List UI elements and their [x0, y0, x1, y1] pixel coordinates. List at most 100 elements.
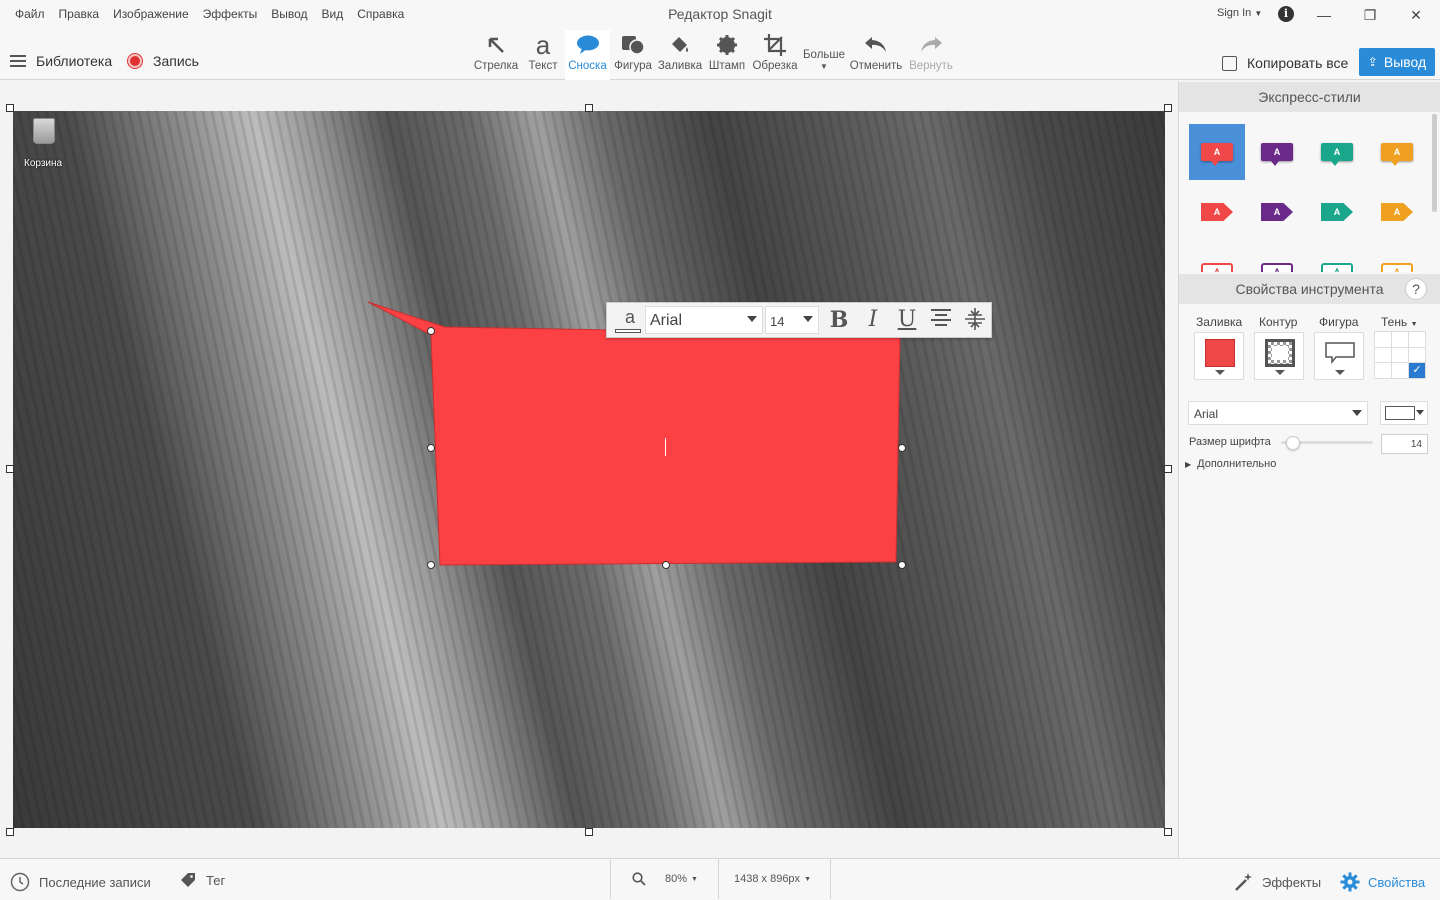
maximize-button[interactable]: ❐ — [1350, 2, 1390, 28]
callout-handle[interactable] — [427, 444, 435, 452]
quick-style-tile[interactable]: A — [1309, 184, 1365, 240]
chevron-down-icon: ▼ — [804, 875, 811, 883]
chevron-down-icon — [1335, 370, 1345, 375]
image-size-value: 1438 x 896px — [734, 873, 801, 885]
font-size-input[interactable]: 14 — [1381, 434, 1428, 454]
quick-style-tile[interactable]: A — [1189, 184, 1245, 240]
quick-style-tile[interactable]: A — [1369, 124, 1425, 180]
advanced-label: Дополнительно — [1197, 458, 1277, 470]
shadow-label-text: Тень — [1381, 315, 1408, 329]
properties-button[interactable]: Свойства — [1340, 872, 1425, 892]
zoom-value: 80% — [665, 873, 688, 885]
text-color-swatch[interactable] — [615, 329, 641, 333]
chevron-down-icon — [1416, 410, 1424, 415]
shadow-cell[interactable] — [1375, 347, 1391, 362]
zoom-select[interactable]: 80% ▼ — [665, 873, 698, 885]
font-size-select[interactable]: 14 — [765, 306, 819, 334]
callout-handle[interactable] — [427, 561, 435, 569]
chevron-down-icon — [1275, 370, 1285, 375]
effects-button[interactable]: Эффекты — [1234, 872, 1321, 892]
callout-shape[interactable] — [0, 0, 1178, 858]
font-size-value: 14 — [770, 314, 785, 329]
panel-font-value: Arial — [1194, 407, 1219, 421]
shadow-cell[interactable] — [1392, 347, 1408, 362]
sign-in-label: Sign In — [1217, 7, 1252, 19]
checkmark-icon[interactable]: ✓ — [1409, 363, 1425, 378]
callout-handle[interactable] — [898, 444, 906, 452]
tag-label: Тег — [206, 872, 226, 888]
quick-style-tile[interactable]: A — [1309, 124, 1365, 180]
zoom-icon[interactable] — [632, 872, 646, 886]
text-caret — [665, 438, 666, 456]
text-color-icon[interactable]: a — [617, 307, 643, 328]
fill-color-picker[interactable] — [1194, 332, 1244, 380]
quick-style-tile[interactable]: A — [1189, 124, 1245, 180]
align-center-button[interactable] — [927, 307, 955, 333]
chevron-down-icon — [1215, 370, 1225, 375]
callout-handle[interactable] — [898, 561, 906, 569]
minimize-button[interactable]: — — [1304, 2, 1344, 28]
callout-body — [367, 301, 901, 566]
chevron-down-icon: ▼ — [1410, 321, 1418, 328]
output-label: Вывод — [1383, 54, 1427, 70]
quick-styles-grid: A A A A A A A A A A A A — [1186, 120, 1430, 272]
shadow-cell[interactable] — [1392, 363, 1408, 378]
close-button[interactable]: ✕ — [1396, 2, 1436, 28]
callout-shape-icon — [1325, 342, 1355, 365]
divider — [610, 859, 611, 899]
vertical-align-button[interactable] — [961, 307, 989, 333]
callout-handle[interactable] — [662, 561, 670, 569]
chevron-down-icon — [1352, 410, 1362, 416]
quick-styles-scrollbar[interactable] — [1432, 114, 1437, 212]
callout-handle[interactable] — [427, 327, 435, 335]
shadow-cell[interactable] — [1409, 332, 1425, 347]
underline-button[interactable]: U — [893, 307, 921, 333]
fill-label: Заливка — [1196, 315, 1243, 329]
chevron-right-icon: ▶ — [1185, 460, 1192, 469]
shadow-cell[interactable] — [1375, 332, 1391, 347]
gear-icon — [1340, 872, 1360, 892]
copy-all-button[interactable]: Копировать все — [1222, 55, 1348, 71]
shape-label: Фигура — [1319, 315, 1359, 329]
sign-in-button[interactable]: Sign In ▼ — [1217, 7, 1262, 19]
tool-properties-header: Свойства инструмента — [1179, 274, 1440, 304]
quick-style-tile[interactable]: A — [1189, 244, 1245, 272]
advanced-toggle[interactable]: ▶ Дополнительно — [1185, 458, 1276, 470]
help-button[interactable]: ? — [1405, 278, 1427, 300]
font-size-label: Размер шрифта — [1189, 436, 1271, 448]
image-size-select[interactable]: 1438 x 896px ▼ — [734, 873, 811, 885]
output-button[interactable]: ⇪ Вывод — [1359, 48, 1435, 76]
quick-style-tile[interactable]: A — [1369, 244, 1425, 272]
effects-label: Эффекты — [1262, 874, 1322, 890]
font-size-slider-knob[interactable] — [1286, 436, 1300, 450]
chevron-down-icon: ▼ — [691, 875, 698, 883]
text-color-swatch — [1385, 406, 1415, 420]
shadow-cell[interactable] — [1375, 363, 1391, 378]
recent-captures-label: Последние записи — [39, 874, 151, 890]
recent-captures-button[interactable]: Последние записи — [10, 872, 151, 892]
outline-picker[interactable] — [1254, 332, 1304, 380]
copy-icon — [1222, 55, 1237, 71]
tag-icon — [181, 873, 195, 887]
font-family-select[interactable]: Arial — [645, 306, 763, 334]
panel-font-select[interactable]: Arial — [1188, 401, 1368, 425]
quick-style-tile[interactable]: A — [1309, 244, 1365, 272]
info-icon[interactable]: i — [1278, 6, 1294, 22]
quick-style-tile[interactable]: A — [1249, 244, 1305, 272]
italic-button[interactable]: I — [859, 307, 887, 333]
text-color-select[interactable] — [1380, 401, 1428, 425]
align-center-icon — [931, 309, 951, 326]
outline-label: Контур — [1259, 315, 1298, 329]
tag-button[interactable]: Тег — [180, 872, 225, 888]
quick-style-tile[interactable]: A — [1249, 124, 1305, 180]
shadow-direction-grid[interactable]: ✓ — [1374, 331, 1426, 379]
shadow-cell[interactable] — [1392, 332, 1408, 347]
font-toolbar: a Arial 14 B I U — [606, 302, 992, 338]
shape-picker[interactable] — [1314, 332, 1364, 380]
shadow-cell[interactable] — [1409, 347, 1425, 362]
bold-button[interactable]: B — [825, 307, 853, 333]
divider — [830, 859, 831, 899]
quick-style-tile[interactable]: A — [1249, 184, 1305, 240]
quick-style-tile[interactable]: A — [1369, 184, 1425, 240]
share-icon: ⇪ — [1367, 55, 1378, 69]
